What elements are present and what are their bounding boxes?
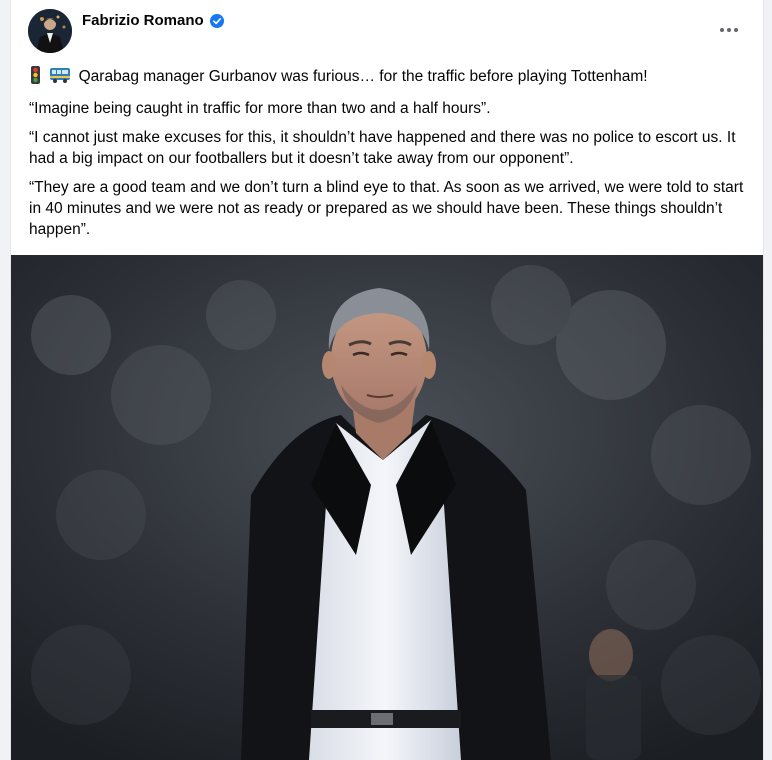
post-paragraph-1: “Imagine being caught in traffic for mor… <box>29 100 491 117</box>
facebook-post: Fabrizio Romano Qarabag manager Gurbanov… <box>10 0 764 760</box>
post-paragraph-2: “I cannot just make excuses for this, it… <box>29 129 736 167</box>
post-headline-line: Qarabag manager Gurbanov was furious… fo… <box>29 66 747 90</box>
author-avatar[interactable] <box>28 9 72 53</box>
post-headline: Qarabag manager Gurbanov was furious… fo… <box>78 68 648 85</box>
traffic-light-icon <box>29 66 42 90</box>
bus-icon <box>49 66 71 90</box>
more-options-icon[interactable] <box>715 18 743 42</box>
post-header: Fabrizio Romano <box>11 0 763 62</box>
post-paragraph-3: “They are a good team and we don’t turn … <box>29 179 744 238</box>
author-name-row: Fabrizio Romano <box>82 12 224 29</box>
post-photo[interactable] <box>11 255 763 760</box>
verified-badge-icon <box>209 13 224 28</box>
author-name[interactable]: Fabrizio Romano <box>82 12 204 29</box>
post-text: Qarabag manager Gurbanov was furious… fo… <box>29 66 747 248</box>
